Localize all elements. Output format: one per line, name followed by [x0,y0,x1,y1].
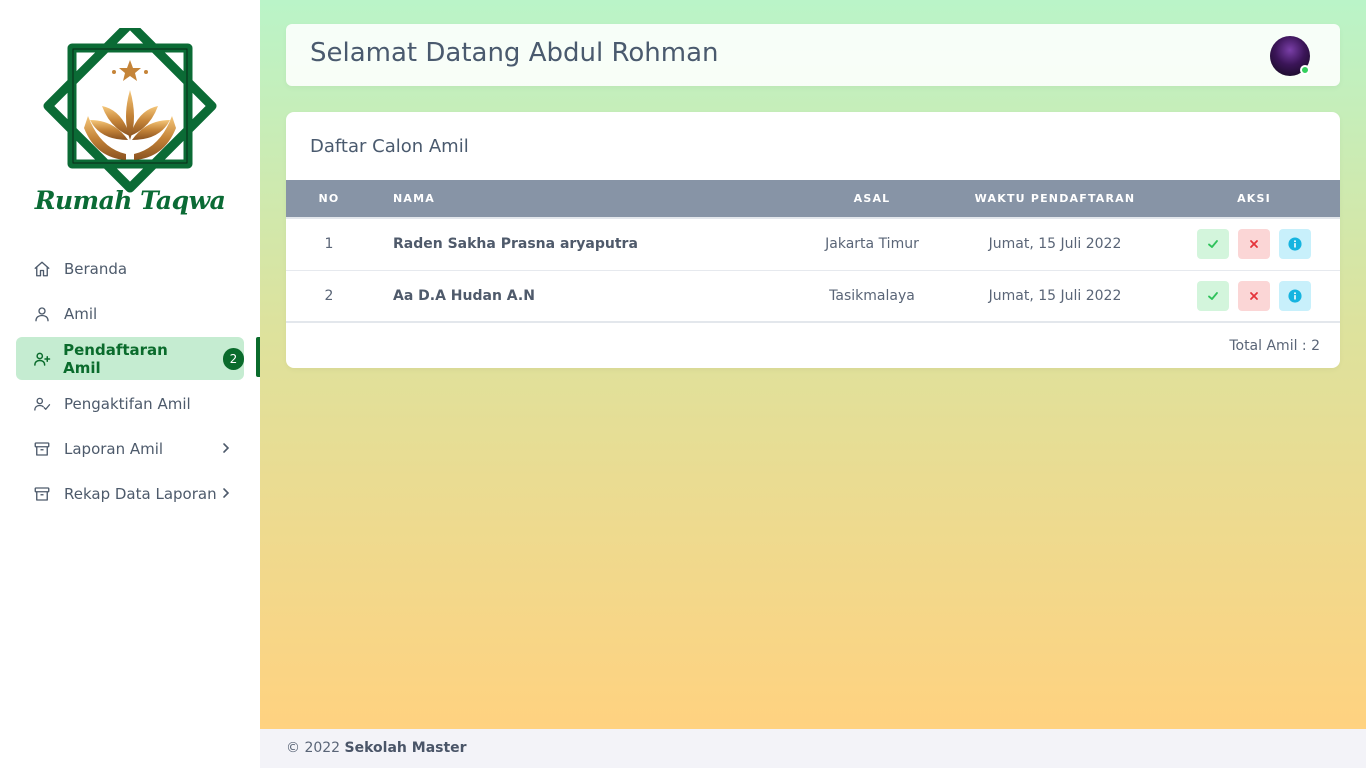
check-icon [1208,240,1218,249]
main-content: Selamat Datang Abdul Rohman Daftar Calon… [260,0,1366,729]
chevron-right-icon [223,443,230,453]
column-header-aksi: AKSI [1168,180,1340,219]
sidebar-item-label: Beranda [64,259,128,278]
reject-button[interactable] [1238,280,1270,311]
card-title: Daftar Calon Amil [310,136,469,157]
page-title: Selamat Datang Abdul Rohman [310,38,719,68]
cell-no: 2 [286,270,372,323]
sidebar-item-rekap-data-laporan[interactable]: Rekap Data Laporan [16,472,244,515]
cell-aksi [1168,218,1340,271]
sidebar-item-pengaktifan-amil[interactable]: Pengaktifan Amil [16,382,244,425]
sidebar-item-amil[interactable]: Amil [16,292,244,335]
sidebar-nav: Beranda Amil Pendaftaran Amil 2 Pengakti… [16,247,244,517]
column-header-asal: ASAL [802,180,942,219]
approve-button[interactable] [1197,280,1229,311]
sidebar-item-label: Rekap Data Laporan [64,484,217,503]
cell-nama: Raden Sakha Prasna aryaputra [372,218,802,271]
column-header-nama: NAMA [372,180,802,219]
close-icon [1250,291,1258,300]
user-icon [32,304,52,324]
sidebar-item-beranda[interactable]: Beranda [16,247,244,290]
footer-owner[interactable]: Sekolah Master [345,740,467,756]
cell-aksi [1168,270,1340,323]
cell-asal: Tasikmalaya [802,270,942,323]
reject-button[interactable] [1238,229,1270,260]
sidebar-item-label: Pendaftaran Amil [63,340,168,377]
archive-icon [32,484,52,504]
copyright: © 2022 [286,740,341,756]
info-button[interactable] [1279,280,1311,311]
user-plus-icon [32,349,51,369]
notification-badge: 2 [222,347,244,370]
footer: © 2022 Sekolah Master [260,729,1366,768]
online-status-dot [1300,65,1310,75]
info-button[interactable] [1279,229,1311,260]
total-amil: Total Amil : 2 [1229,338,1320,354]
sidebar-item-pendaftaran-amil[interactable]: Pendaftaran Amil 2 [16,337,244,380]
approve-button[interactable] [1197,229,1229,260]
sidebar-item-label: Amil [64,304,98,323]
table-header-row: NO NAMA ASAL WAKTU PENDAFTARAN AKSI [286,180,1340,219]
sidebar: Rumah Taqwa Beranda Amil Pendaftaran Ami… [0,0,260,768]
header-card: Selamat Datang Abdul Rohman [286,24,1340,86]
cell-nama: Aa D.A Hudan A.N [372,270,802,323]
cell-asal: Jakarta Timur [802,218,942,271]
table-row: 1 Raden Sakha Prasna aryaputra Jakarta T… [286,218,1340,271]
chevron-right-icon [223,488,230,498]
footer-text: © 2022 Sekolah Master [286,740,467,756]
info-icon [1288,237,1302,251]
calon-amil-table: NO NAMA ASAL WAKTU PENDAFTARAN AKSI 1 Ra… [286,180,1340,323]
cell-waktu: Jumat, 15 Juli 2022 [942,270,1168,323]
info-icon [1288,289,1302,303]
user-check-icon [32,394,52,414]
column-header-waktu: WAKTU PENDAFTARAN [942,180,1168,219]
table-row: 2 Aa D.A Hudan A.N Tasikmalaya Jumat, 15… [286,270,1340,323]
sidebar-item-label: Laporan Amil [64,439,164,458]
sidebar-item-label: Pengaktifan Amil [64,394,191,413]
home-icon [32,259,52,279]
logo-text: Rumah Taqwa [34,186,226,215]
check-icon [1208,291,1218,300]
cell-no: 1 [286,218,372,271]
sidebar-item-laporan-amil[interactable]: Laporan Amil [16,427,244,470]
close-icon [1250,240,1258,249]
archive-icon [32,439,52,459]
column-header-no: NO [286,180,372,219]
rumah-taqwa-logo[interactable]: Rumah Taqwa [30,28,230,228]
avatar[interactable] [1270,36,1310,76]
calon-amil-card: Daftar Calon Amil NO NAMA ASAL WAKTU PEN… [286,112,1340,368]
cell-waktu: Jumat, 15 Juli 2022 [942,218,1168,271]
